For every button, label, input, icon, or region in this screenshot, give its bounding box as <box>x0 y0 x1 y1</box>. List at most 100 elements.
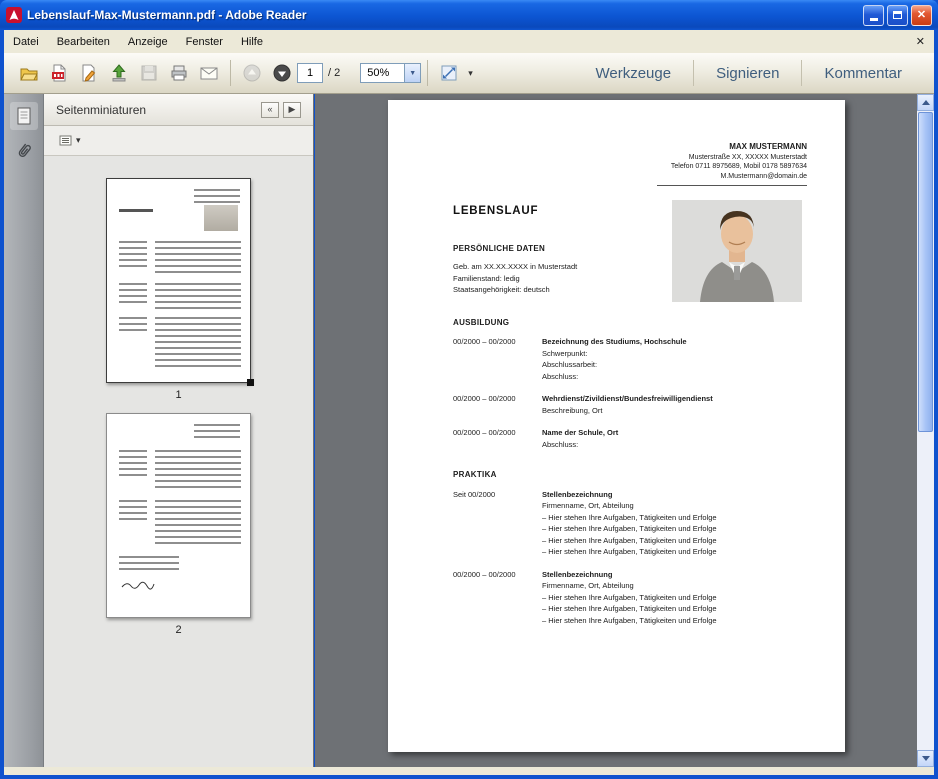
email-button[interactable] <box>194 58 224 88</box>
entry-title: Stellenbezeichnung <box>542 489 717 501</box>
options-caret-icon: ▾ <box>76 135 81 146</box>
expand-icon: ▶ <box>289 105 296 114</box>
close-button[interactable]: ✕ <box>911 5 932 26</box>
entry-line: – Hier stehen Ihre Aufgaben, Tätigkeiten… <box>542 512 717 524</box>
zoom-caret-icon: ▼ <box>409 70 416 77</box>
minimize-button[interactable] <box>863 5 884 26</box>
task-panes: Werkzeuge Signieren Kommentar <box>573 53 924 93</box>
share-icon <box>109 63 129 83</box>
previous-page-button[interactable] <box>237 58 267 88</box>
print-button[interactable] <box>164 58 194 88</box>
entry-line: Schwerpunkt: <box>542 348 687 360</box>
menu-bar: Datei Bearbeiten Anzeige Fenster Hilfe ✕ <box>4 30 934 53</box>
entry-line: Beschreibung, Ort <box>542 405 713 417</box>
entry-date: 00/2000 – 00/2000 <box>453 569 542 627</box>
next-page-button[interactable] <box>267 58 297 88</box>
entry-line: – Hier stehen Ihre Aufgaben, Tätigkeiten… <box>542 592 717 604</box>
thumbnail-resize-handle[interactable] <box>247 379 254 386</box>
entry-line: – Hier stehen Ihre Aufgaben, Tätigkeiten… <box>542 546 717 558</box>
toolbar-separator <box>427 60 428 86</box>
zoom-level-input[interactable] <box>360 63 404 83</box>
zoom-dropdown-button[interactable]: ▼ <box>404 63 421 83</box>
thumb2-lines <box>155 450 241 490</box>
panel-collapse-button[interactable]: « <box>261 102 279 118</box>
section-heading-personal: PERSÖNLICHE DATEN <box>453 243 788 255</box>
page-thumbnails-icon <box>13 105 35 127</box>
entry-title: Name der Schule, Ort <box>542 427 618 439</box>
zoom-combobox: ▼ <box>360 63 421 83</box>
sign-document-icon <box>79 63 99 83</box>
thumbnail-1-label: 1 <box>175 389 181 401</box>
scrollbar-thumb[interactable] <box>918 112 933 432</box>
menu-item-hilfe[interactable]: Hilfe <box>232 32 272 52</box>
attachments-panel-button[interactable] <box>10 138 38 166</box>
maximize-button[interactable] <box>887 5 908 26</box>
window-title: Lebenslauf-Max-Mustermann.pdf - Adobe Re… <box>27 8 860 22</box>
thumb2-lines <box>119 500 147 522</box>
vertical-scrollbar[interactable] <box>917 94 934 767</box>
menu-item-fenster[interactable]: Fenster <box>177 32 232 52</box>
entry-line: Abschluss: <box>542 439 618 451</box>
signieren-pane-button[interactable]: Signieren <box>694 65 801 82</box>
thumb2-lines <box>155 500 241 546</box>
panel-header: Seitenminiaturen « ▶ <box>44 94 313 126</box>
document-view[interactable]: MAX MUSTERMANN Musterstraße XX, XXXXX Mu… <box>315 94 917 767</box>
cv-email: M.Mustermann@domain.de <box>657 172 807 182</box>
kommentar-pane-button[interactable]: Kommentar <box>802 65 924 82</box>
thumbnail-page-2[interactable] <box>106 413 251 618</box>
thumb1-lines <box>155 241 241 275</box>
praktika-entry: 00/2000 – 00/2000 Stellenbezeichnung Fir… <box>453 569 788 627</box>
personal-line: Geb. am XX.XX.XXXX in Musterstadt <box>453 261 788 273</box>
panel-expand-button[interactable]: ▶ <box>283 102 301 118</box>
fit-window-icon <box>439 63 459 83</box>
panel-toolbar: ▾ <box>44 126 313 156</box>
entry-line: Firmenname, Ort, Abteilung <box>542 500 717 512</box>
thumb1-lines <box>119 317 147 331</box>
pdf-page[interactable]: MAX MUSTERMANN Musterstraße XX, XXXXX Mu… <box>388 100 845 752</box>
entry-title: Wehrdienst/Zivildienst/Bundesfreiwillige… <box>542 393 713 405</box>
page-total-label: / 2 <box>328 67 340 79</box>
maximize-icon <box>893 11 902 19</box>
scroll-down-button[interactable] <box>917 750 934 767</box>
menu-item-datei[interactable]: Datei <box>4 32 48 52</box>
ausbildung-entry: 00/2000 – 00/2000 Bezeichnung des Studiu… <box>453 336 788 382</box>
entry-date: 00/2000 – 00/2000 <box>453 336 542 382</box>
options-list-icon <box>59 135 73 147</box>
entry-line: Abschlussarbeit: <box>542 359 687 371</box>
share-button[interactable] <box>104 58 134 88</box>
panel-title: Seitenminiaturen <box>56 103 146 117</box>
entry-line: – Hier stehen Ihre Aufgaben, Tätigkeiten… <box>542 535 717 547</box>
personal-line: Staatsangehörigkeit: deutsch <box>453 284 788 296</box>
werkzeuge-pane-button[interactable]: Werkzeuge <box>573 65 693 82</box>
cv-body: LEBENSLAUF PERSÖNLICHE DATEN Geb. am XX.… <box>453 204 788 637</box>
ausbildung-entry: 00/2000 – 00/2000 Name der Schule, Ort A… <box>453 427 788 450</box>
section-heading-ausbildung: AUSBILDUNG <box>453 317 788 329</box>
entry-line: Firmenname, Ort, Abteilung <box>542 580 717 592</box>
ausbildung-entry: 00/2000 – 00/2000 Wehrdienst/Zivildienst… <box>453 393 788 416</box>
page-number-input[interactable] <box>297 63 323 83</box>
entry-date: 00/2000 – 00/2000 <box>453 427 542 450</box>
page-thumbnails-panel-button[interactable] <box>10 102 38 130</box>
entry-line: – Hier stehen Ihre Aufgaben, Tätigkeiten… <box>542 523 717 535</box>
thumbnail-page-1[interactable] <box>106 178 251 383</box>
thumbnails-sidebar: Seitenminiaturen « ▶ ▾ 1 <box>44 94 314 767</box>
paperclip-icon <box>13 141 35 163</box>
save-button[interactable] <box>134 58 164 88</box>
create-pdf-button[interactable] <box>44 58 74 88</box>
toolbar-overflow-caret-icon[interactable]: ▾ <box>468 68 473 79</box>
sign-document-button[interactable] <box>74 58 104 88</box>
thumb2-signature <box>121 580 155 590</box>
open-file-button[interactable] <box>14 58 44 88</box>
scroll-up-button[interactable] <box>917 94 934 111</box>
navigation-icon-strip <box>4 94 44 767</box>
fit-window-button[interactable] <box>434 58 464 88</box>
menu-item-bearbeiten[interactable]: Bearbeiten <box>48 32 119 52</box>
menu-item-anzeige[interactable]: Anzeige <box>119 32 177 52</box>
thumb1-lines <box>155 283 241 309</box>
thumb1-header-lines <box>194 189 240 203</box>
title-bar[interactable]: Lebenslauf-Max-Mustermann.pdf - Adobe Re… <box>0 0 938 30</box>
document-close-icon[interactable]: ✕ <box>907 35 934 48</box>
cv-contact-block: MAX MUSTERMANN Musterstraße XX, XXXXX Mu… <box>657 142 807 186</box>
thumbnail-2-label: 2 <box>175 624 181 636</box>
thumbnail-options-button[interactable]: ▾ <box>56 133 84 149</box>
